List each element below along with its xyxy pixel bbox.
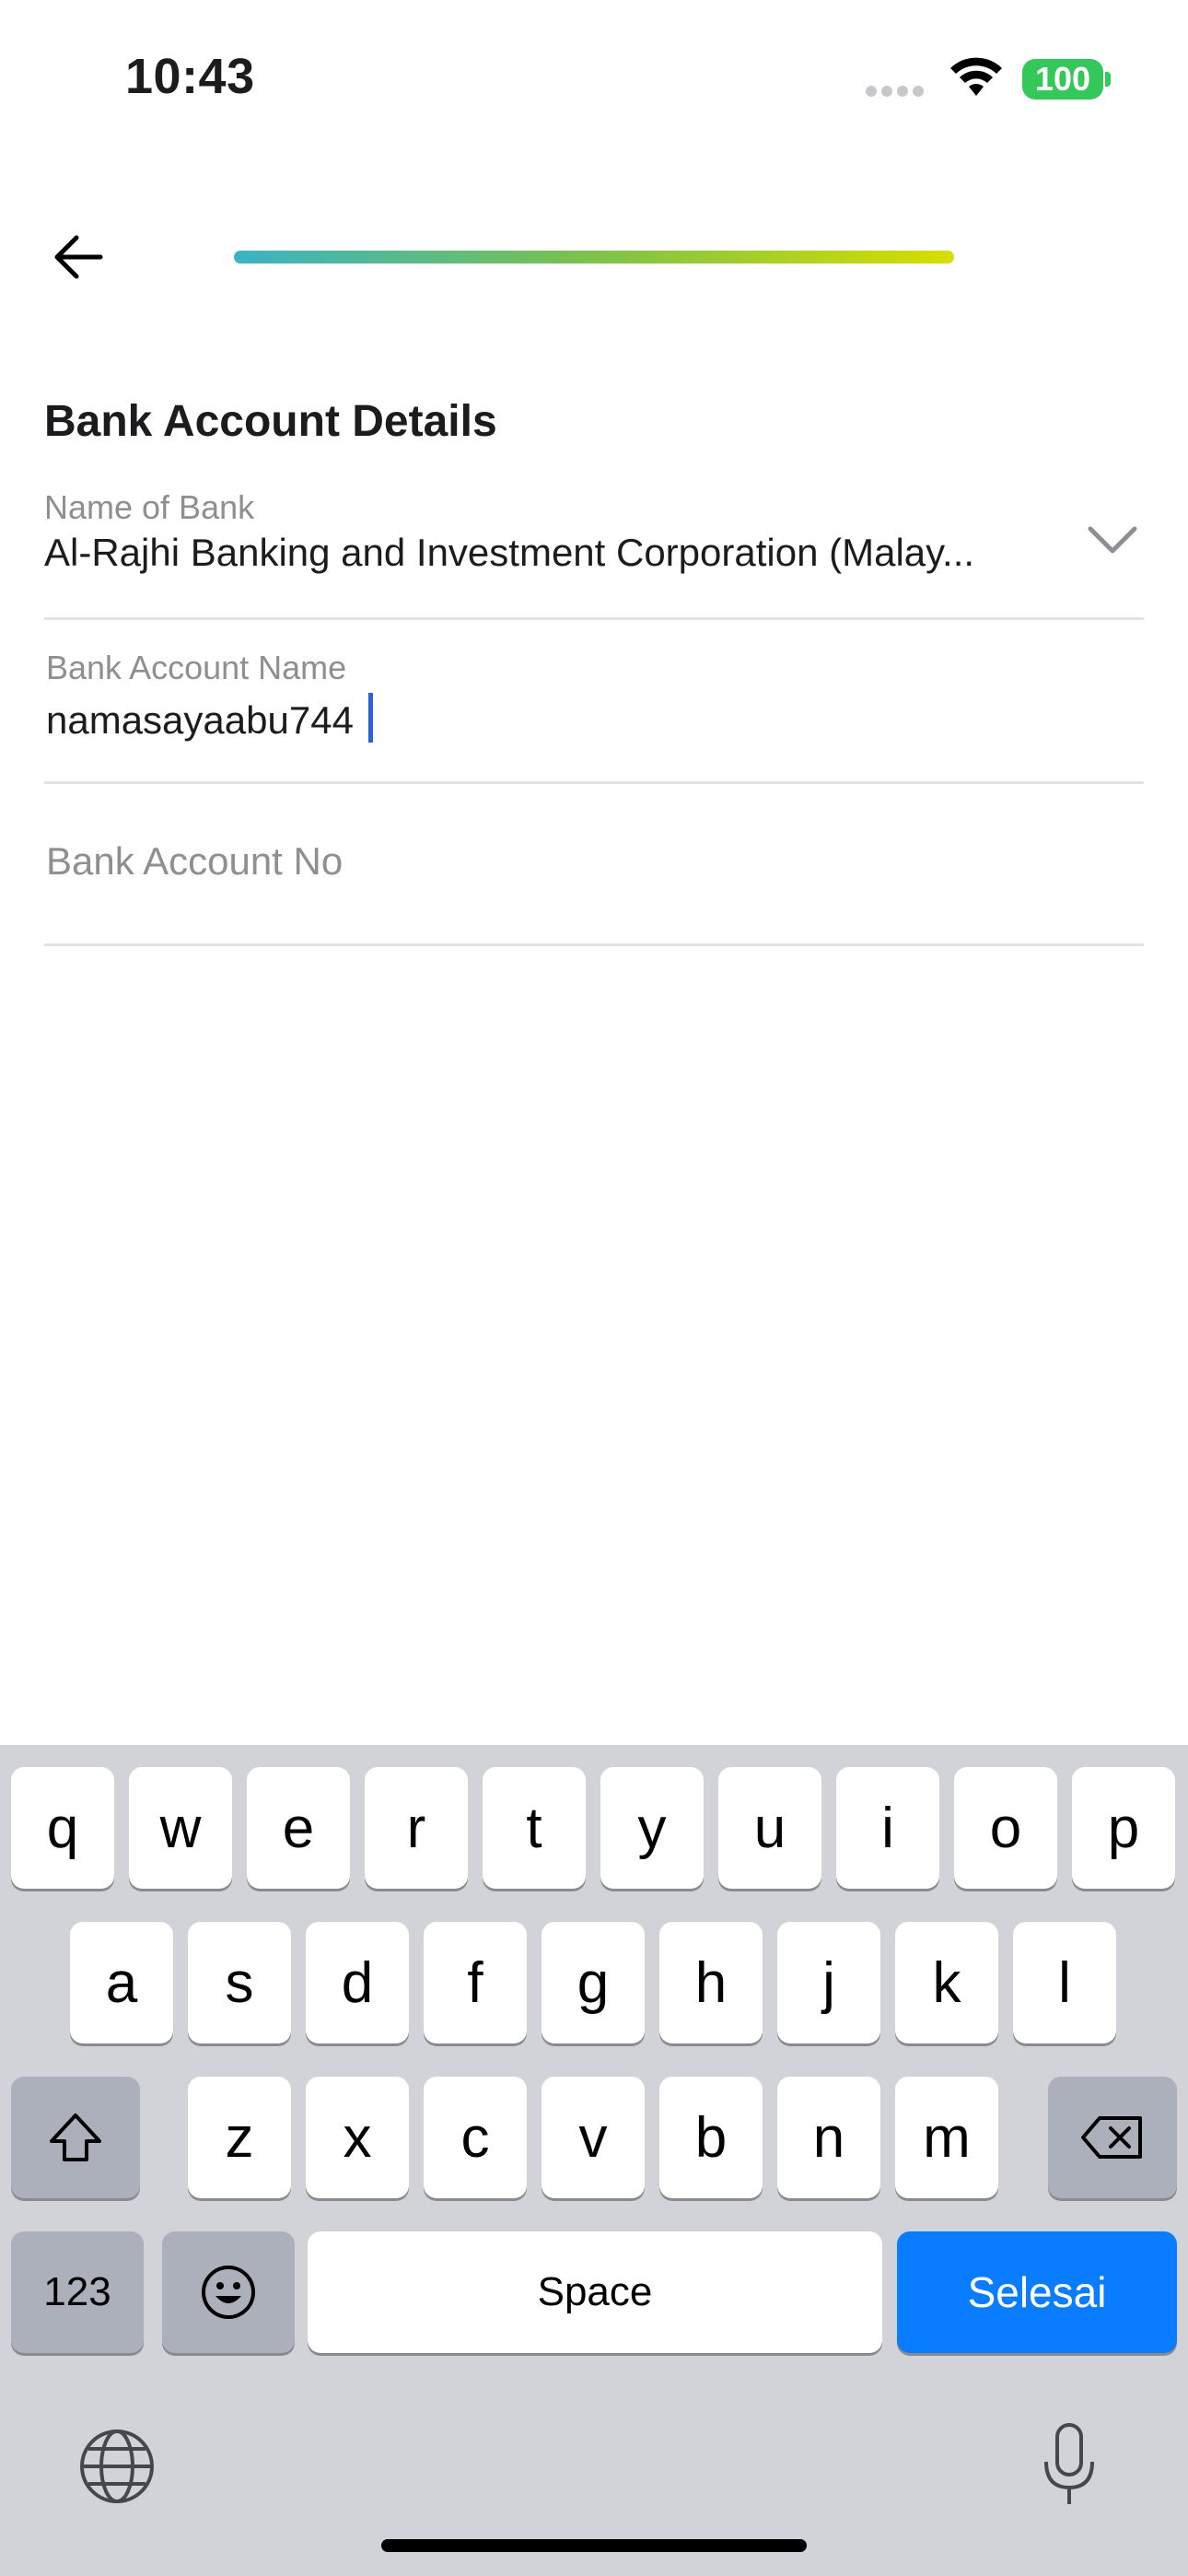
chevron-down-icon[interactable] (1087, 523, 1138, 556)
bank-name-label: Name of Bank (44, 488, 255, 526)
key-t[interactable]: t (483, 1767, 586, 1889)
done-key[interactable]: Selesai (897, 2231, 1177, 2353)
keyboard: q w e r t y u i o p a s d f g h j k l z … (0, 1745, 1188, 2576)
key-x[interactable]: x (306, 2077, 409, 2198)
account-number-input[interactable] (46, 834, 1114, 889)
key-v[interactable]: v (542, 2077, 645, 2198)
key-e[interactable]: e (247, 1767, 350, 1889)
key-k[interactable]: k (895, 1922, 998, 2043)
bank-name-select[interactable]: Al-Rajhi Banking and Investment Corporat… (44, 531, 1030, 575)
key-r[interactable]: r (365, 1767, 468, 1889)
divider (44, 617, 1144, 620)
wifi-icon (950, 57, 1002, 96)
key-l[interactable]: l (1013, 1922, 1116, 2043)
key-z[interactable]: z (188, 2077, 291, 2198)
status-time: 10:43 (125, 49, 255, 104)
space-key[interactable]: Space (308, 2231, 882, 2353)
cellular-signal-icon (866, 85, 928, 98)
back-button[interactable] (46, 225, 111, 289)
key-m[interactable]: m (895, 2077, 998, 2198)
shift-key[interactable] (11, 2077, 140, 2198)
key-j[interactable]: j (777, 1922, 880, 2043)
key-a[interactable]: a (70, 1922, 173, 2043)
shift-icon (50, 2113, 101, 2161)
section-title: Bank Account Details (44, 397, 497, 446)
key-i[interactable]: i (836, 1767, 939, 1889)
emoji-key[interactable] (162, 2231, 295, 2353)
divider (44, 781, 1144, 784)
key-n[interactable]: n (777, 2077, 880, 2198)
key-o[interactable]: o (954, 1767, 1057, 1889)
key-u[interactable]: u (718, 1767, 821, 1889)
key-q[interactable]: q (11, 1767, 114, 1889)
numbers-key[interactable]: 123 (11, 2231, 144, 2353)
account-name-input[interactable] (46, 695, 1114, 746)
account-name-label: Bank Account Name (46, 649, 347, 686)
key-c[interactable]: c (424, 2077, 527, 2198)
battery-tip (1105, 72, 1111, 87)
backspace-key[interactable] (1048, 2077, 1177, 2198)
battery-icon: 100 (1022, 59, 1103, 100)
key-y[interactable]: y (600, 1767, 704, 1889)
key-d[interactable]: d (306, 1922, 409, 2043)
microphone-icon[interactable] (1039, 2421, 1100, 2510)
backspace-icon (1081, 2116, 1142, 2159)
key-s[interactable]: s (188, 1922, 291, 2043)
key-g[interactable]: g (542, 1922, 645, 2043)
emoji-icon (202, 2266, 255, 2319)
progress-bar (234, 251, 954, 263)
key-f[interactable]: f (424, 1922, 527, 2043)
arrow-left-icon (54, 235, 103, 279)
key-p[interactable]: p (1072, 1767, 1175, 1889)
key-b[interactable]: b (659, 2077, 763, 2198)
globe-icon[interactable] (77, 2427, 157, 2506)
key-w[interactable]: w (129, 1767, 232, 1889)
home-indicator (381, 2539, 807, 2552)
divider (44, 943, 1144, 946)
text-caret (368, 693, 373, 743)
key-h[interactable]: h (659, 1922, 763, 2043)
